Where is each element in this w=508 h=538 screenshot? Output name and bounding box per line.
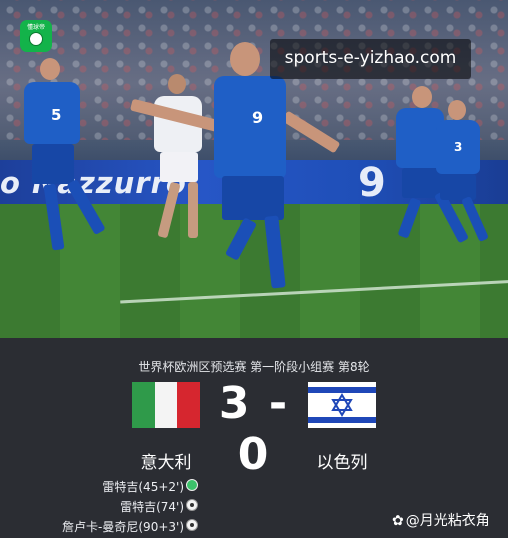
scorer-1: 雷特吉(45+2') [102, 480, 184, 494]
author-watermark: ✿ @月光粘衣角 [392, 510, 490, 530]
app-logo-text: 懂球帝 [26, 24, 45, 31]
url-watermark: sports-e-yizhao.com [270, 39, 471, 79]
home-team-name: 意大利 [140, 453, 192, 473]
arm-left [129, 98, 226, 134]
ad-board-number: 9 [358, 160, 386, 206]
player-left: 5 [18, 58, 106, 258]
match-photo: o Nazzurro 9 5 9 3 懂球帝 sports-e-yizhao.c… [0, 0, 508, 338]
player-celebrating: 9 [129, 40, 350, 300]
player-right-2: 3 [436, 100, 508, 250]
arm-right [281, 110, 341, 154]
competition-title: 世界杯欧洲区预选赛 第一阶段小组赛 第8轮 [138, 360, 370, 374]
italy-flag-icon [132, 382, 200, 428]
football-icon [29, 32, 43, 46]
shirt-number: 3 [454, 140, 463, 154]
away-team-name: 以色列 [316, 453, 368, 473]
screen: o Nazzurro 9 5 9 3 懂球帝 sports-e-yizhao.c… [0, 0, 508, 538]
url-watermark-text: sports-e-yizhao.com [284, 48, 457, 68]
scorer-2: 雷特吉(74') [120, 500, 184, 514]
israel-flag-icon [308, 382, 376, 428]
ball-icon [186, 519, 198, 531]
scorer-3: 詹卢卡-曼奇尼(90+3') [62, 520, 184, 534]
match-score: 3 - 0 [218, 378, 290, 480]
app-logo: 懂球帝 [20, 20, 52, 52]
ball-icon [186, 499, 198, 511]
score-card: 世界杯欧洲区预选赛 第一阶段小组赛 第8轮 3 - 0 意大利 以色列 雷特吉(… [0, 338, 508, 538]
shirt-number: 5 [51, 106, 62, 124]
penalty-icon [186, 479, 198, 491]
paw-icon: ✿ [392, 513, 404, 529]
shirt-number: 9 [252, 108, 264, 127]
author-name: @月光粘衣角 [405, 513, 490, 529]
